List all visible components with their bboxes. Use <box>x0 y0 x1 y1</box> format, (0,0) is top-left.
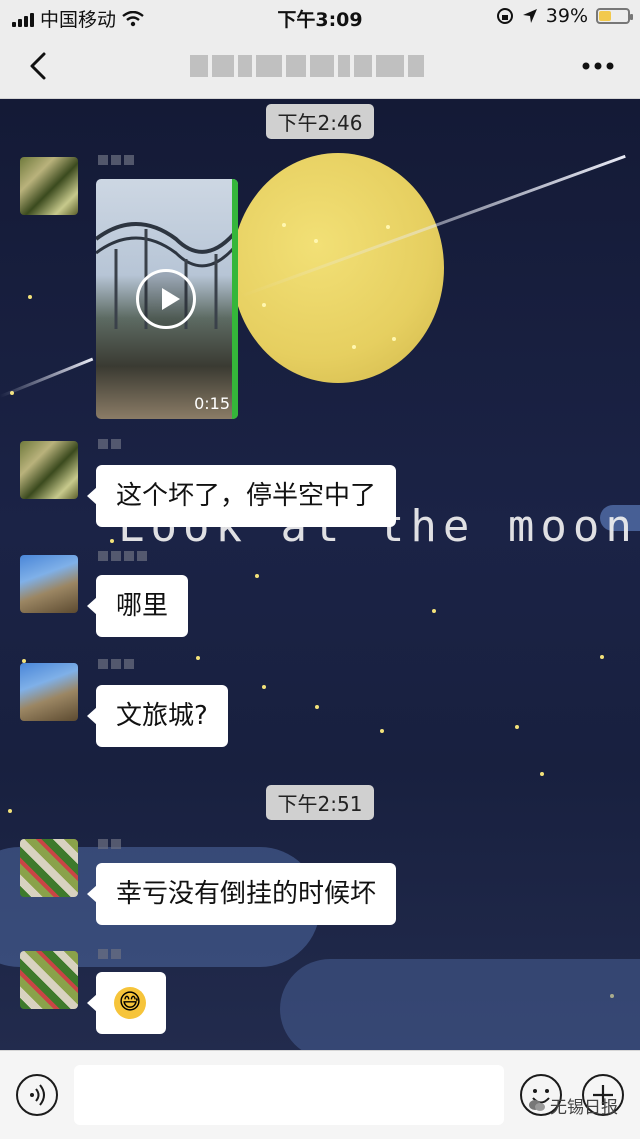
cloud-bottom-2 <box>280 959 640 1050</box>
video-duration: 0:15 <box>194 394 230 413</box>
watermark-text: 无锡日报 <box>550 1098 618 1118</box>
message-input[interactable] <box>74 1065 504 1125</box>
message-bubble[interactable]: 这个坏了，停半空中了 <box>86 465 397 527</box>
avatar[interactable] <box>20 663 78 721</box>
watermark: 无锡日报 <box>528 1093 618 1118</box>
sender-name-redacted <box>98 155 208 169</box>
video-accent-bar <box>232 179 238 419</box>
avatar[interactable] <box>20 555 78 613</box>
status-right: 39% <box>496 5 633 27</box>
avatar[interactable] <box>20 951 78 1009</box>
timestamp: 下午2:51 <box>0 785 640 820</box>
emoji-message[interactable]: 😅 <box>87 972 166 1034</box>
location-icon <box>522 9 537 23</box>
message-bubble[interactable]: 文旅城? <box>87 685 228 747</box>
wechat-logo-icon <box>529 1099 545 1111</box>
message-bubble[interactable]: 哪里 <box>86 575 189 637</box>
chat-title-redacted <box>190 52 480 80</box>
play-icon[interactable] <box>136 269 196 329</box>
sender-name-redacted <box>98 439 208 453</box>
grinning-sweat-emoji-icon: 😅 <box>114 987 146 1019</box>
sender-name-redacted <box>98 949 208 963</box>
rotation-lock-icon <box>496 8 513 24</box>
message-bubble[interactable]: 幸亏没有倒挂的时候坏 <box>86 863 397 925</box>
timestamp: 下午2:46 <box>0 104 640 139</box>
battery-percent: 39% <box>545 5 588 27</box>
video-message[interactable]: 0:15 <box>96 179 238 419</box>
avatar[interactable] <box>20 839 78 897</box>
avatar[interactable] <box>20 157 78 215</box>
avatar[interactable] <box>20 441 78 499</box>
input-bar: 无锡日报 <box>0 1050 640 1139</box>
sender-name-redacted <box>98 659 208 673</box>
shooting-star-left <box>0 357 94 398</box>
back-arrow-icon[interactable] <box>20 46 60 86</box>
voice-icon[interactable] <box>16 1074 58 1116</box>
chat-header <box>0 34 640 99</box>
more-icon[interactable] <box>578 52 618 80</box>
sender-name-redacted <box>98 839 208 853</box>
sender-name-redacted <box>98 551 208 565</box>
moon-illustration <box>232 153 444 383</box>
chat-area[interactable]: Look at the moon 下午2:46 0:15 这个坏了，停半空中了 … <box>0 99 640 1050</box>
status-bar: 中国移动 下午3:09 39% <box>0 0 640 34</box>
battery-icon <box>596 8 633 24</box>
